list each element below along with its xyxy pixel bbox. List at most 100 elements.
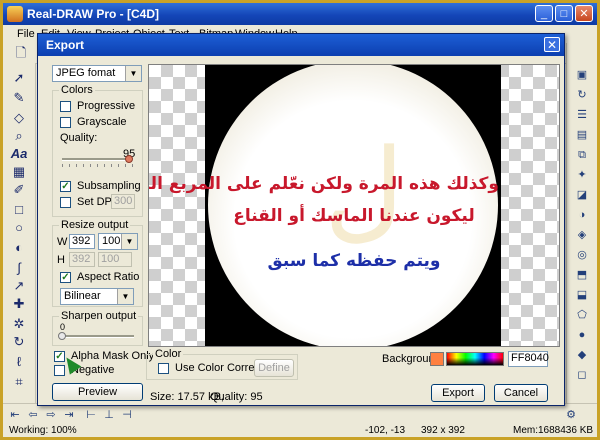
prev-frame-icon[interactable]: ⇦ [25, 407, 41, 423]
chevron-down-icon: ▼ [117, 289, 133, 304]
sharpen-group-label: Sharpen output [59, 310, 139, 322]
image-icon[interactable]: ▦ [9, 163, 29, 181]
pointer-icon[interactable]: ➚ [9, 69, 29, 87]
lasso-icon[interactable]: ℓ [9, 353, 29, 371]
status-working: Working: 100% [9, 425, 77, 436]
status-coords: -102, -13 [365, 425, 406, 436]
align-icon[interactable]: ☰ [572, 107, 592, 123]
contour-icon[interactable]: ◎ [572, 247, 592, 263]
grayscale-box[interactable] [60, 116, 71, 128]
align-right-icon[interactable]: ⊣ [119, 407, 135, 423]
curve-icon[interactable]: ↗ [9, 277, 29, 295]
height-percent-input[interactable]: 100 [98, 252, 132, 267]
background-hex-input[interactable]: FF8040 [508, 351, 549, 367]
set-dpi-label: Set DPI [77, 196, 115, 208]
aspect-ratio-label: Aspect Ratio [77, 271, 140, 283]
quality-slider-track[interactable] [62, 158, 132, 161]
close-icon[interactable]: ✕ [575, 5, 593, 22]
crop-icon[interactable]: ⌗ [9, 373, 29, 391]
background-swatch[interactable] [430, 352, 444, 366]
grayscale-checkbox[interactable]: Grayscale [60, 116, 127, 128]
progressive-label: Progressive [77, 100, 136, 112]
transparency-icon[interactable]: ◑ [572, 207, 592, 223]
next-frame-icon[interactable]: ⇨ [43, 407, 59, 423]
aspect-ratio-box[interactable]: ✓ [60, 271, 71, 283]
color-correction-box[interactable] [158, 362, 169, 374]
quality-slider-ticks [62, 164, 134, 167]
brush-icon[interactable]: ✐ [9, 181, 29, 199]
align-center-icon[interactable]: ⊥ [101, 407, 117, 423]
preview-canvas: ل وكذلك هذه المرة ولكن نعّلم على المربع … [148, 64, 560, 347]
rotate-icon[interactable]: ↻ [9, 333, 29, 351]
bevel-icon[interactable]: ◈ [572, 227, 592, 243]
height-input[interactable]: 392 [69, 252, 95, 267]
format-select[interactable]: JPEG fomat ▼ [52, 65, 142, 82]
sharpen-slider-track[interactable] [60, 335, 134, 338]
export-dialog: Export ✕ JPEG fomat ▼ Colors Progressive… [37, 33, 565, 406]
chevron-down-icon: ▼ [125, 66, 141, 81]
image-text-line3: ويتم حفظه كما سبق [267, 251, 441, 271]
export-button[interactable]: Export [431, 384, 485, 402]
subsampling-checkbox[interactable]: ✓ Subsampling [60, 180, 141, 192]
new-file-icon[interactable]: 🗋 [11, 44, 31, 62]
layers-icon[interactable]: ▣ [572, 67, 592, 83]
zoom-icon[interactable]: ⌕ [9, 127, 29, 145]
line-icon[interactable]: ∫ [9, 259, 29, 277]
align-left-icon[interactable]: ⊢ [83, 407, 99, 423]
eyedropper-icon[interactable]: ✚ [9, 295, 29, 313]
perspective-icon[interactable]: ⬠ [572, 307, 592, 323]
alpha-mask-label: Alpha Mask Only [71, 350, 155, 362]
color-group-label: Color [153, 348, 184, 360]
app-logo-icon [7, 6, 23, 22]
group-icon[interactable]: ⧉ [572, 147, 592, 163]
gradient-icon[interactable]: ◐ [9, 239, 29, 257]
resample-value: Bilinear [64, 290, 101, 302]
extrude-icon[interactable]: ⬓ [572, 287, 592, 303]
set-dpi-box[interactable] [60, 196, 71, 208]
quality-label: Quality: [60, 132, 98, 144]
set-dpi-checkbox[interactable]: Set DPI [60, 196, 115, 208]
fill-icon[interactable]: ◆ [572, 347, 592, 363]
ellipse-icon[interactable]: ○ [9, 219, 29, 237]
last-frame-icon[interactable]: ⇥ [61, 407, 77, 423]
dialog-close-icon[interactable]: ✕ [544, 37, 560, 52]
outline-icon[interactable]: ◻ [572, 367, 592, 383]
statusbar: Working: 100% -102, -13 392 x 392 Mem:16… [3, 425, 597, 437]
sharpen-value: 0 [60, 322, 66, 332]
rectangle-icon[interactable]: □ [9, 201, 29, 219]
maximize-icon[interactable]: □ [555, 5, 573, 22]
color-icon[interactable]: ● [572, 327, 592, 343]
first-frame-icon[interactable]: ⇤ [7, 407, 23, 423]
aspect-ratio-checkbox[interactable]: ✓ Aspect Ratio [60, 271, 139, 283]
progressive-box[interactable] [60, 100, 71, 112]
minimize-icon[interactable]: _ [535, 5, 553, 22]
arrange-icon[interactable]: ▤ [572, 127, 592, 143]
node-icon[interactable]: ◇ [9, 109, 29, 127]
dialog-titlebar: Export ✕ [38, 34, 564, 56]
dialog-title: Export [46, 38, 85, 52]
dpi-input[interactable]: 300 [111, 194, 135, 209]
width-input[interactable]: 392 [69, 234, 95, 249]
blend-icon[interactable]: ⬒ [572, 267, 592, 283]
text-icon[interactable]: Aa [9, 145, 29, 163]
right-toolbox: ▣ ↻ ☰ ▤ ⧉ ✦ ◪ ◑ ◈ ◎ ⬒ ⬓ ⬠ ● ◆ ◻ [566, 43, 597, 405]
preview-button[interactable]: Preview [52, 383, 143, 401]
menu-file[interactable]: File [17, 28, 35, 40]
progressive-checkbox[interactable]: Progressive [60, 100, 135, 112]
subsampling-box[interactable]: ✓ [60, 180, 71, 192]
cancel-button[interactable]: Cancel [494, 384, 548, 402]
width-percent-select[interactable]: 100 ▼ [98, 233, 138, 250]
quality-slider-thumb[interactable] [125, 155, 133, 163]
spray-icon[interactable]: ✲ [9, 315, 29, 333]
resize-group-label: Resize output [59, 219, 131, 231]
effects-icon[interactable]: ✦ [572, 167, 592, 183]
define-button[interactable]: Define [254, 359, 294, 377]
settings-icon[interactable]: ⚙ [563, 407, 579, 423]
color-spectrum[interactable] [446, 352, 504, 366]
shadow-icon[interactable]: ◪ [572, 187, 592, 203]
pen-icon[interactable]: ✎ [9, 89, 29, 107]
resample-select[interactable]: Bilinear ▼ [60, 288, 134, 305]
sharpen-slider-thumb[interactable] [58, 332, 66, 340]
height-label: H [57, 254, 65, 266]
rotate-right-icon[interactable]: ↻ [572, 87, 592, 103]
